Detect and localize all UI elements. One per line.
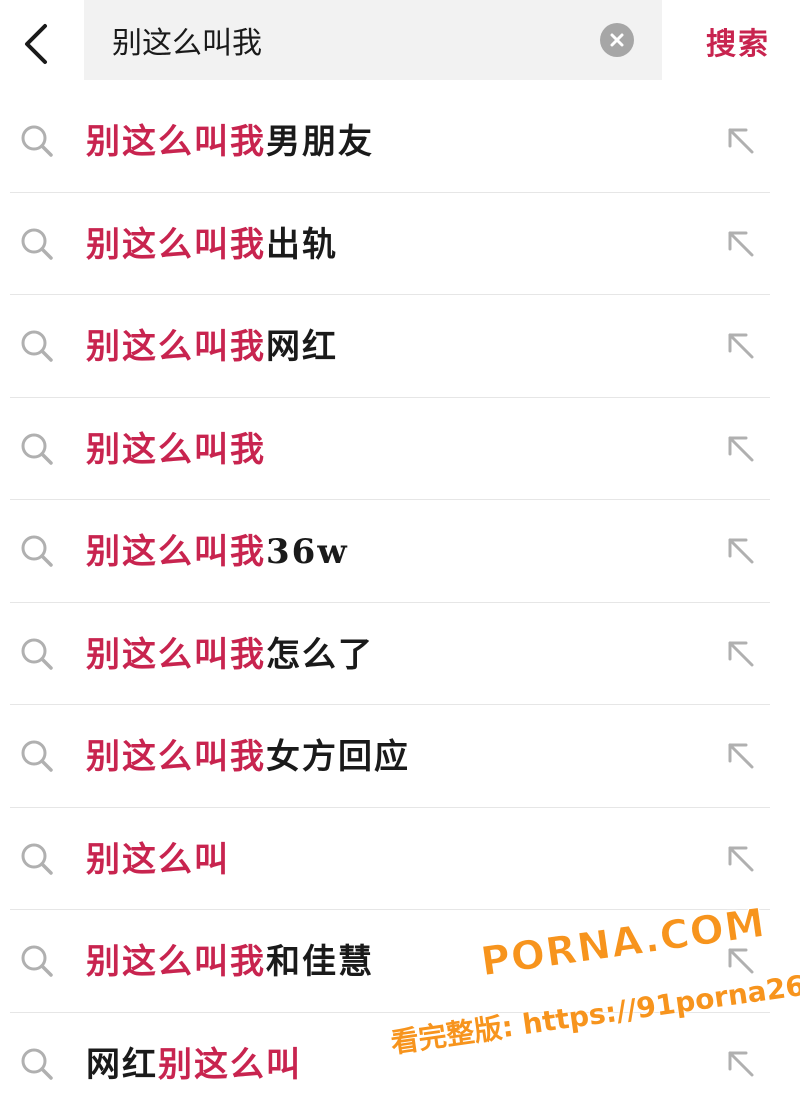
suggestion-item[interactable]: 别这么叫我出轨 bbox=[0, 193, 800, 296]
search-icon bbox=[18, 225, 56, 263]
search-icon bbox=[18, 1045, 56, 1083]
suggestion-highlight: 别这么叫我 bbox=[86, 635, 266, 675]
arrow-up-left-icon[interactable] bbox=[722, 635, 760, 673]
arrow-up-left-icon[interactable] bbox=[722, 737, 760, 775]
suggestion-rest: 男朋友 bbox=[266, 122, 374, 162]
suggestion-rest: 怎么了 bbox=[266, 635, 374, 675]
suggestion-highlight: 别这么叫 bbox=[86, 840, 230, 880]
search-input[interactable] bbox=[112, 18, 572, 62]
suggestion-rest: 女方回应 bbox=[266, 737, 410, 777]
suggestion-highlight: 别这么叫我 bbox=[86, 532, 266, 572]
arrow-up-left-icon[interactable] bbox=[722, 430, 760, 468]
suggestion-list: 别这么叫我男朋友别这么叫我出轨别这么叫我网红别这么叫我别这么叫我36w别这么叫我… bbox=[0, 90, 800, 1115]
suggestion-rest: 网红 bbox=[266, 327, 338, 367]
suggestion-item[interactable]: 别这么叫我女方回应 bbox=[0, 705, 800, 808]
suggestion-text: 网红别这么叫 bbox=[86, 1039, 302, 1091]
suggestion-text: 别这么叫我出轨 bbox=[86, 219, 338, 271]
search-box bbox=[84, 0, 662, 80]
arrow-up-left-icon[interactable] bbox=[722, 225, 760, 263]
suggestion-text: 别这么叫我和佳慧 bbox=[86, 936, 374, 988]
search-icon bbox=[18, 430, 56, 468]
suggestion-text: 别这么叫我怎么了 bbox=[86, 629, 374, 681]
suggestion-rest: 36w bbox=[266, 532, 349, 572]
arrow-up-left-icon[interactable] bbox=[722, 1045, 760, 1083]
search-icon bbox=[18, 942, 56, 980]
search-icon bbox=[18, 737, 56, 775]
suggestion-rest: 和佳慧 bbox=[266, 942, 374, 982]
search-icon bbox=[18, 122, 56, 160]
suggestion-item[interactable]: 别这么叫 bbox=[0, 808, 800, 911]
suggestion-text: 别这么叫我女方回应 bbox=[86, 731, 410, 783]
search-icon bbox=[18, 840, 56, 878]
suggestion-text: 别这么叫我 bbox=[86, 424, 266, 476]
suggestion-text: 别这么叫我男朋友 bbox=[86, 116, 374, 168]
arrow-up-left-icon[interactable] bbox=[722, 532, 760, 570]
arrow-up-left-icon[interactable] bbox=[722, 327, 760, 365]
arrow-up-left-icon[interactable] bbox=[722, 840, 760, 878]
suggestion-highlight: 别这么叫我 bbox=[86, 737, 266, 777]
suggestion-text: 别这么叫我网红 bbox=[86, 321, 338, 373]
suggestion-rest: 出轨 bbox=[266, 225, 338, 265]
suggestion-item[interactable]: 别这么叫我男朋友 bbox=[0, 90, 800, 193]
search-header: 搜索 bbox=[0, 0, 800, 90]
suggestion-highlight: 别这么叫我 bbox=[86, 942, 266, 982]
suggestion-highlight: 别这么叫我 bbox=[86, 122, 266, 162]
chevron-left-icon bbox=[21, 22, 51, 66]
suggestion-item[interactable]: 别这么叫我36w bbox=[0, 500, 800, 603]
suggestion-highlight: 别这么叫 bbox=[158, 1045, 302, 1085]
suggestion-text: 别这么叫 bbox=[86, 834, 230, 886]
suggestion-highlight: 别这么叫我 bbox=[86, 327, 266, 367]
suggestion-text: 别这么叫我36w bbox=[86, 526, 349, 578]
search-icon bbox=[18, 327, 56, 365]
suggestion-item[interactable]: 别这么叫我怎么了 bbox=[0, 603, 800, 706]
suggestion-item[interactable]: 别这么叫我 bbox=[0, 398, 800, 501]
suggestion-item[interactable]: 别这么叫我网红 bbox=[0, 295, 800, 398]
arrow-up-left-icon[interactable] bbox=[722, 122, 760, 160]
search-icon bbox=[18, 532, 56, 570]
search-icon bbox=[18, 635, 56, 673]
suggestion-prefix: 网红 bbox=[86, 1045, 158, 1085]
suggestion-highlight: 别这么叫我 bbox=[86, 225, 266, 265]
search-button[interactable]: 搜索 bbox=[698, 18, 778, 64]
clear-x-circle-icon bbox=[609, 32, 625, 48]
clear-button[interactable] bbox=[600, 23, 634, 57]
back-button[interactable] bbox=[10, 18, 62, 70]
suggestion-highlight: 别这么叫我 bbox=[86, 430, 266, 470]
